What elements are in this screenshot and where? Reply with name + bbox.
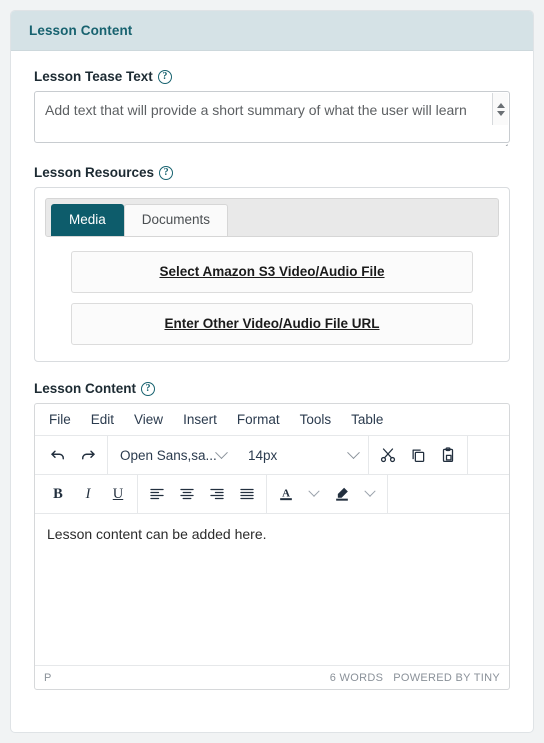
undo-icon[interactable] xyxy=(43,441,73,469)
tiny-branding[interactable]: POWERED BY TINY xyxy=(393,672,500,684)
element-path[interactable]: P xyxy=(44,672,52,684)
spinner-down-icon[interactable] xyxy=(496,110,505,116)
enter-other-file-url-button[interactable]: Enter Other Video/Audio File URL xyxy=(71,303,473,345)
card-body: Lesson Tease Text ? Add text that will p… xyxy=(11,51,533,690)
lesson-content-label: Lesson Content xyxy=(34,381,137,396)
underline-button[interactable]: U xyxy=(103,480,133,508)
resources-button-group: Select Amazon S3 Video/Audio File Enter … xyxy=(45,237,499,345)
lesson-tease-label-row: Lesson Tease Text ? xyxy=(34,69,510,84)
chevron-down-icon xyxy=(347,445,360,459)
chevron-down-icon xyxy=(215,445,228,459)
spinner-up-icon[interactable] xyxy=(496,102,505,108)
page-title: Lesson Content xyxy=(29,23,133,38)
alignment-group xyxy=(138,475,266,513)
rich-text-editor: File Edit View Insert Format Tools Table xyxy=(34,403,510,690)
clipboard-group xyxy=(369,436,467,474)
italic-label: I xyxy=(85,485,91,502)
lesson-resources-panel: Media Documents Select Amazon S3 Video/A… xyxy=(34,187,510,362)
text-color-icon[interactable]: A xyxy=(271,480,301,508)
align-right-icon[interactable] xyxy=(202,480,232,508)
bold-label: B xyxy=(53,485,63,502)
tab-media[interactable]: Media xyxy=(51,204,124,236)
font-family-select[interactable]: Open Sans,sa... xyxy=(112,441,232,469)
editor-toolbar-row-2: B I U A xyxy=(35,474,509,514)
highlight-color-chevron-down-icon[interactable] xyxy=(357,480,383,508)
history-group xyxy=(39,436,107,474)
underline-label: U xyxy=(112,485,124,502)
font-size-select[interactable]: 14px xyxy=(240,441,364,469)
textarea-resize-handle[interactable] xyxy=(496,134,508,146)
editor-toolbar-row-1: Open Sans,sa... 14px xyxy=(35,435,509,475)
question-circle-icon[interactable]: ? xyxy=(159,165,174,180)
lesson-content-label-row: Lesson Content ? xyxy=(34,381,510,396)
lesson-tease-field: Lesson Tease Text ? xyxy=(34,69,510,148)
menu-table[interactable]: Table xyxy=(341,408,393,431)
lesson-content-field: Lesson Content ? File Edit View Insert F… xyxy=(34,381,510,690)
page-root: Lesson Content Lesson Tease Text ? Add t… xyxy=(0,0,544,743)
resources-tabbar: Media Documents xyxy=(45,198,499,237)
font-group: Open Sans,sa... xyxy=(108,436,236,474)
font-family-value: Open Sans,sa... xyxy=(120,447,217,463)
question-circle-icon[interactable]: ? xyxy=(157,69,172,84)
editor-statusbar: P 6 WORDS POWERED BY TINY xyxy=(35,665,509,689)
lesson-resources-field: Lesson Resources ? Media Documents Selec… xyxy=(34,165,510,362)
toolbar-divider xyxy=(387,474,388,514)
text-color-chevron-down-icon[interactable] xyxy=(301,480,327,508)
align-center-icon[interactable] xyxy=(172,480,202,508)
menu-format[interactable]: Format xyxy=(227,408,290,431)
tab-documents[interactable]: Documents xyxy=(123,204,229,236)
lesson-tease-textarea[interactable] xyxy=(34,91,510,143)
italic-button[interactable]: I xyxy=(73,480,103,508)
copy-icon[interactable] xyxy=(403,441,433,469)
statusbar-right: 6 WORDS POWERED BY TINY xyxy=(330,672,500,684)
font-size-value: 14px xyxy=(248,447,278,463)
menu-view[interactable]: View xyxy=(124,408,173,431)
editor-paragraph: Lesson content can be added here. xyxy=(47,526,267,542)
text-color-control[interactable]: A xyxy=(271,480,327,508)
editor-menubar: File Edit View Insert Format Tools Table xyxy=(35,404,509,436)
svg-text:A: A xyxy=(282,488,290,500)
text-style-group: B I U xyxy=(39,475,137,513)
lesson-resources-label: Lesson Resources xyxy=(34,165,155,180)
toolbar-divider xyxy=(467,435,468,475)
bold-button[interactable]: B xyxy=(43,480,73,508)
menu-insert[interactable]: Insert xyxy=(173,408,227,431)
menu-file[interactable]: File xyxy=(39,408,81,431)
lesson-tease-input-wrap xyxy=(34,91,510,148)
card-header: Lesson Content xyxy=(11,11,533,51)
menu-edit[interactable]: Edit xyxy=(81,408,124,431)
highlight-pen-icon[interactable] xyxy=(327,480,357,508)
color-group: A xyxy=(267,475,387,513)
highlight-color-control[interactable] xyxy=(327,480,383,508)
redo-icon[interactable] xyxy=(73,441,103,469)
menu-tools[interactable]: Tools xyxy=(290,408,342,431)
lesson-tease-label: Lesson Tease Text xyxy=(34,69,153,84)
scissors-icon[interactable] xyxy=(373,441,403,469)
lesson-resources-label-row: Lesson Resources ? xyxy=(34,165,510,180)
align-justify-icon[interactable] xyxy=(232,480,262,508)
align-left-icon[interactable] xyxy=(142,480,172,508)
word-count[interactable]: 6 WORDS xyxy=(330,672,383,684)
textarea-spinner[interactable] xyxy=(492,93,508,125)
clipboard-icon[interactable] xyxy=(433,441,463,469)
select-amazon-s3-file-button[interactable]: Select Amazon S3 Video/Audio File xyxy=(71,251,473,293)
fontsize-group: 14px xyxy=(236,436,368,474)
question-circle-icon[interactable]: ? xyxy=(141,381,156,396)
lesson-content-card: Lesson Content Lesson Tease Text ? Add t… xyxy=(10,10,534,733)
editor-content-area[interactable]: Lesson content can be added here. xyxy=(35,514,509,665)
